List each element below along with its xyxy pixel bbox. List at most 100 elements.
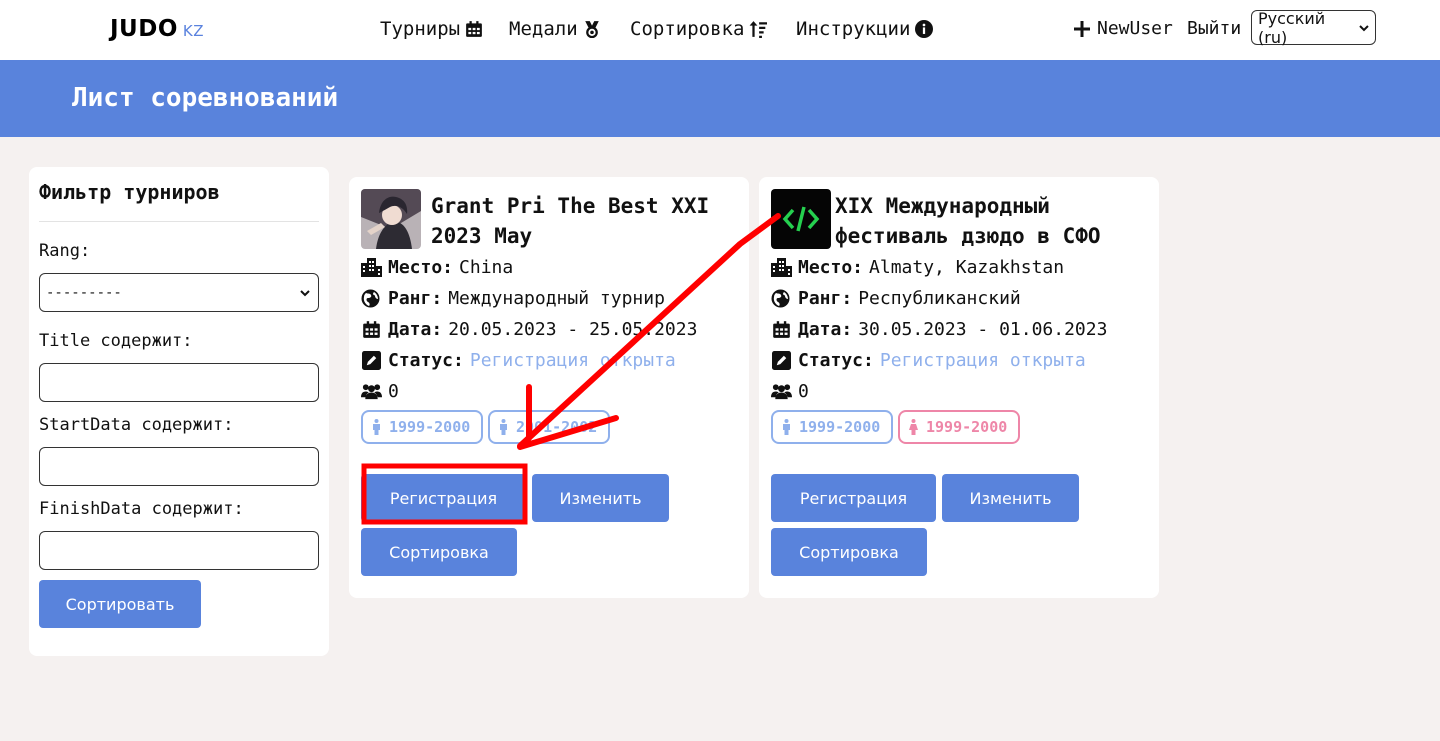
calendar-icon bbox=[466, 21, 482, 37]
rank-value: Республиканский bbox=[858, 288, 1021, 309]
status-row: Статус: Регистрация открыта bbox=[771, 350, 1086, 371]
city-icon bbox=[771, 258, 792, 277]
category-badge: 2001-2002 bbox=[488, 410, 610, 444]
date-row: Дата: 30.05.2023 - 01.06.2023 bbox=[771, 319, 1107, 340]
nav-tournaments[interactable]: Турниры bbox=[380, 18, 483, 40]
globe-icon bbox=[771, 289, 790, 308]
filter-title: Фильтр турниров bbox=[39, 180, 220, 204]
logo-suffix: KZ bbox=[182, 22, 205, 40]
edit-icon bbox=[772, 351, 791, 370]
nav-medals-label: Медали bbox=[509, 18, 578, 40]
nav-medals[interactable]: Медали bbox=[509, 18, 601, 40]
sort-icon bbox=[749, 21, 768, 38]
place-label: Место: bbox=[388, 257, 454, 278]
page-title: Лист соревнований bbox=[72, 83, 339, 113]
register-button[interactable]: Регистрация bbox=[771, 474, 936, 522]
finish-date-label: FinishData содержит: bbox=[39, 499, 244, 519]
medal-icon bbox=[584, 21, 599, 38]
participants-row: 0 bbox=[361, 381, 399, 402]
category-badge: 1999-2000 bbox=[361, 410, 483, 444]
rank-value: Международный турнир bbox=[448, 288, 665, 309]
nav-tournaments-label: Турниры bbox=[380, 18, 461, 40]
logout-label: Выйти bbox=[1187, 18, 1242, 39]
sort-submit-button[interactable]: Сортировать bbox=[39, 580, 201, 628]
date-label: Дата: bbox=[798, 319, 853, 340]
tournament-title: Grant Pri The Best XXI 2023 May bbox=[431, 194, 710, 248]
filter-panel: Фильтр турниров Rang: --------- Title со… bbox=[29, 167, 329, 656]
male-icon bbox=[500, 419, 507, 435]
chevron-down-icon bbox=[300, 289, 310, 296]
place-row: Место: Almaty, Kazakhstan bbox=[771, 257, 1064, 278]
category-badge: 1999-2000 bbox=[771, 410, 893, 444]
language-select[interactable]: Русский (ru) bbox=[1251, 8, 1376, 47]
male-icon bbox=[783, 419, 790, 435]
place-label: Место: bbox=[798, 257, 864, 278]
rang-value: --------- bbox=[46, 284, 122, 301]
tournament-title: XIX Международный фестиваль дзюдо в СФО bbox=[835, 194, 1101, 248]
finish-date-input[interactable] bbox=[39, 531, 319, 570]
globe-icon bbox=[361, 289, 380, 308]
place-value: China bbox=[459, 257, 514, 278]
calendar-icon bbox=[773, 321, 790, 338]
status-row: Статус: Регистрация открыта bbox=[361, 350, 676, 371]
date-value: 20.05.2023 - 25.05.2023 bbox=[448, 319, 698, 340]
start-date-label: StartData содержит: bbox=[39, 415, 234, 435]
rang-select[interactable]: --------- bbox=[39, 273, 319, 312]
start-date-input[interactable] bbox=[39, 447, 319, 486]
date-value: 30.05.2023 - 01.06.2023 bbox=[858, 319, 1108, 340]
users-icon bbox=[771, 384, 792, 400]
category-years: 2001-2002 bbox=[516, 418, 598, 436]
participants-count: 0 bbox=[388, 381, 399, 402]
tournament-card: Grant Pri The Best XXI 2023 May Место: C… bbox=[349, 177, 749, 598]
category-years: 1999-2000 bbox=[389, 418, 471, 436]
logo-text: JUDO bbox=[110, 16, 178, 42]
category-years: 1999-2000 bbox=[799, 418, 881, 436]
logout-link[interactable]: Выйти bbox=[1187, 18, 1241, 39]
status-value: Регистрация открыта bbox=[879, 350, 1086, 371]
register-button[interactable]: Регистрация bbox=[361, 474, 526, 522]
nav-sort[interactable]: Сортировка bbox=[630, 18, 768, 40]
nav-instructions-label: Инструкции bbox=[796, 18, 911, 40]
navbar: JUDO KZ Турниры Медали Сортировка Инструк… bbox=[0, 0, 1440, 60]
rank-row: Ранг: Международный турнир bbox=[361, 288, 665, 309]
rank-row: Ранг: Республиканский bbox=[771, 288, 1021, 309]
sort-button[interactable]: Сортировка bbox=[771, 528, 927, 576]
title-filter-label: Title содержит: bbox=[39, 331, 193, 351]
edit-icon bbox=[362, 351, 381, 370]
participants-count: 0 bbox=[798, 381, 809, 402]
tournament-image bbox=[361, 189, 421, 249]
chevron-down-icon bbox=[1359, 24, 1369, 31]
category-badge: 1999-2000 bbox=[898, 410, 1020, 444]
edit-button[interactable]: Изменить bbox=[532, 474, 669, 522]
date-row: Дата: 20.05.2023 - 25.05.2023 bbox=[361, 319, 697, 340]
calendar-icon bbox=[363, 321, 380, 338]
divider bbox=[39, 221, 319, 222]
tournament-card: XIX Международный фестиваль дзюдо в СФО … bbox=[759, 177, 1159, 598]
participants-row: 0 bbox=[771, 381, 809, 402]
rank-label: Ранг: bbox=[798, 288, 853, 309]
users-icon bbox=[361, 384, 382, 400]
username: NewUser bbox=[1097, 18, 1173, 39]
language-value: Русский (ru) bbox=[1258, 8, 1326, 47]
plus-icon bbox=[1074, 20, 1090, 37]
info-icon bbox=[915, 20, 934, 38]
tournament-image bbox=[771, 189, 831, 249]
nav-instructions[interactable]: Инструкции bbox=[796, 18, 934, 40]
city-icon bbox=[361, 258, 382, 277]
page-banner: Лист соревнований bbox=[0, 60, 1440, 137]
title-filter-input[interactable] bbox=[39, 363, 319, 402]
nav-sort-label: Сортировка bbox=[630, 18, 745, 40]
rank-label: Ранг: bbox=[388, 288, 443, 309]
status-value: Регистрация открыта bbox=[469, 350, 676, 371]
female-icon bbox=[909, 419, 918, 435]
sort-button[interactable]: Сортировка bbox=[361, 528, 517, 576]
status-label: Статус: bbox=[388, 350, 464, 371]
male-icon bbox=[373, 419, 380, 435]
category-years: 1999-2000 bbox=[926, 418, 1008, 436]
place-value: Almaty, Kazakhstan bbox=[869, 257, 1065, 278]
edit-button[interactable]: Изменить bbox=[942, 474, 1079, 522]
place-row: Место: China bbox=[361, 257, 513, 278]
logo[interactable]: JUDO KZ bbox=[110, 16, 204, 42]
date-label: Дата: bbox=[388, 319, 443, 340]
nav-user[interactable]: NewUser bbox=[1074, 18, 1173, 39]
